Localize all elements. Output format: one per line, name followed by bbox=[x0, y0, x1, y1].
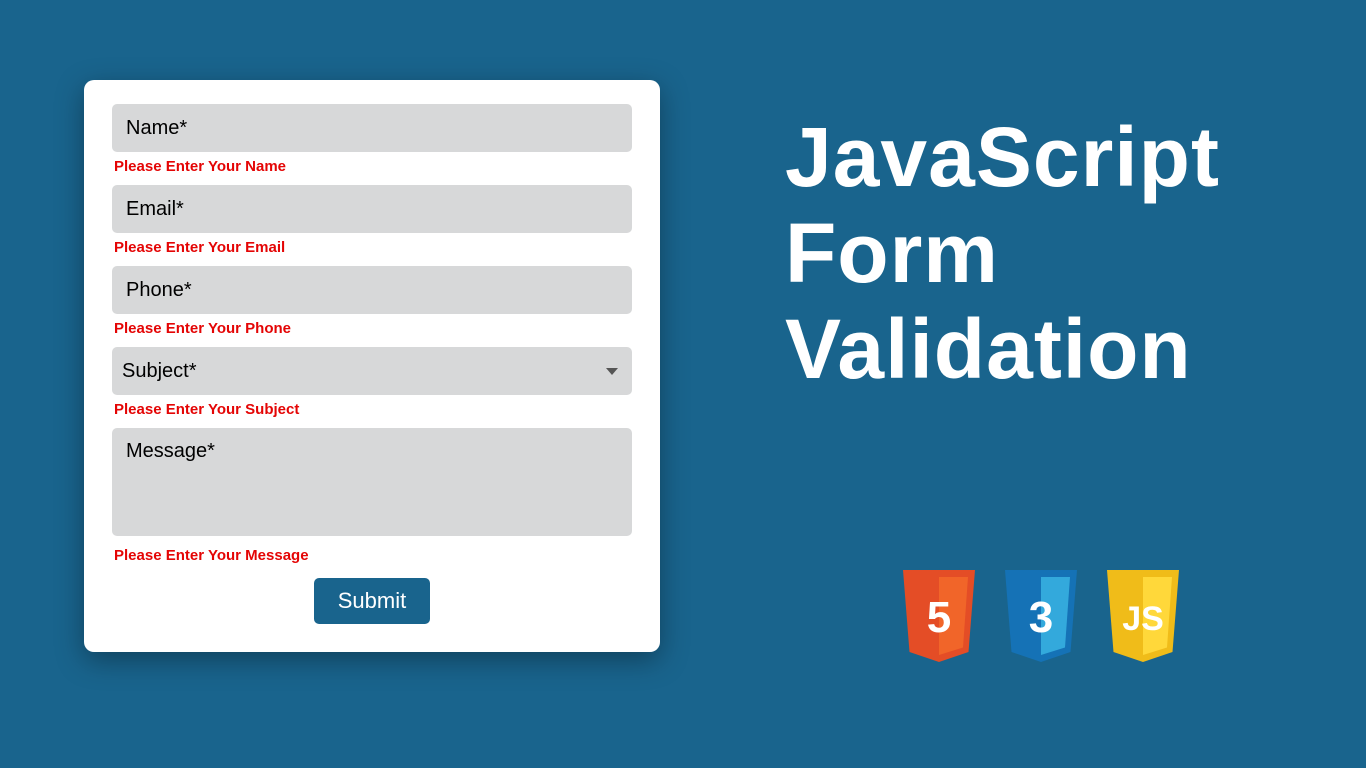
phone-error: Please Enter Your Phone bbox=[114, 320, 632, 337]
message-textarea[interactable] bbox=[112, 428, 632, 536]
title-line-2: Form bbox=[785, 206, 1220, 302]
subject-error: Please Enter Your Subject bbox=[114, 401, 632, 418]
svg-text:3: 3 bbox=[1029, 593, 1053, 642]
title-line-3: Validation bbox=[785, 302, 1220, 398]
page-title: JavaScript Form Validation bbox=[785, 110, 1220, 397]
phone-field bbox=[112, 266, 632, 314]
name-error: Please Enter Your Name bbox=[114, 158, 632, 175]
svg-text:JS: JS bbox=[1122, 600, 1164, 638]
subject-field: Subject* bbox=[112, 347, 632, 395]
js-icon: JS bbox=[1099, 570, 1187, 670]
phone-input[interactable] bbox=[112, 266, 632, 314]
form-card: Please Enter Your Name Please Enter Your… bbox=[84, 80, 660, 652]
submit-wrap: Submit bbox=[112, 578, 632, 624]
email-input[interactable] bbox=[112, 185, 632, 233]
css3-icon: 3 bbox=[997, 570, 1085, 670]
svg-text:5: 5 bbox=[927, 593, 951, 642]
message-error: Please Enter Your Message bbox=[114, 547, 632, 564]
html5-icon: 5 bbox=[895, 570, 983, 670]
name-field bbox=[112, 104, 632, 152]
email-field bbox=[112, 185, 632, 233]
title-line-1: JavaScript bbox=[785, 110, 1220, 206]
tech-icons: 5 3 JS bbox=[895, 570, 1187, 670]
message-field bbox=[112, 428, 632, 541]
subject-select[interactable]: Subject* bbox=[112, 347, 632, 395]
submit-button[interactable]: Submit bbox=[314, 578, 430, 624]
email-error: Please Enter Your Email bbox=[114, 239, 632, 256]
name-input[interactable] bbox=[112, 104, 632, 152]
